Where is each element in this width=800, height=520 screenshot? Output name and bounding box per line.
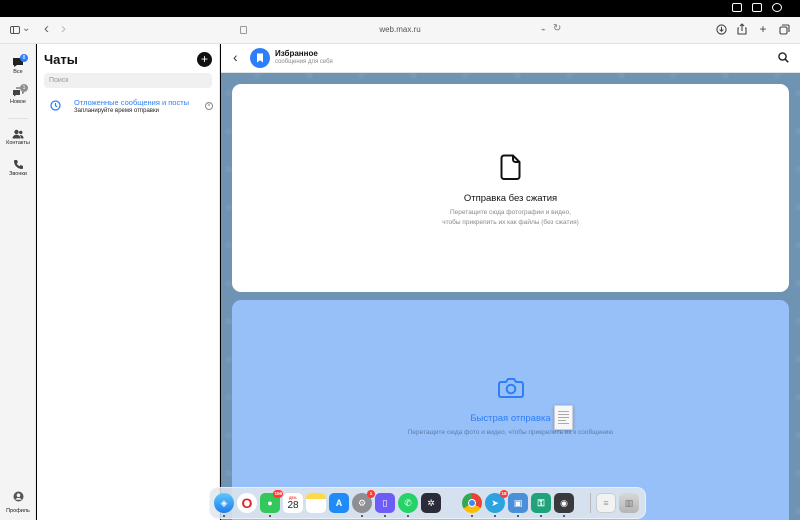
- disk-utility-icon[interactable]: ◉: [554, 493, 574, 513]
- nav-item-profile[interactable]: Профиль: [0, 489, 36, 514]
- bookmark-icon: [257, 53, 263, 63]
- avatar[interactable]: [250, 48, 270, 68]
- running-indicator: [384, 515, 386, 517]
- new-chat-button[interactable]: +: [197, 52, 212, 67]
- settings-icon[interactable]: ⚙ 1: [352, 490, 375, 513]
- drop-zone-title: Отправка без сжатия: [463, 193, 558, 204]
- running-indicator: [471, 515, 473, 517]
- contacts-icon: [12, 129, 24, 139]
- running-indicator: [494, 515, 496, 517]
- calendar-day: 28: [287, 499, 299, 511]
- control-center-icon[interactable]: [752, 3, 762, 12]
- nav-badge: 8: [20, 54, 28, 62]
- search-input[interactable]: [44, 73, 212, 88]
- tab-overview-icon[interactable]: [778, 22, 790, 36]
- camera-icon: [497, 378, 524, 398]
- safari-icon[interactable]: ◈: [214, 493, 234, 513]
- wifi-icon[interactable]: [772, 3, 782, 12]
- running-indicator: [517, 515, 519, 517]
- nav-label: Все: [13, 69, 23, 75]
- running-indicator: [540, 515, 542, 517]
- nav-divider: [8, 118, 28, 119]
- nav-item-new[interactable]: 1 Новое: [0, 84, 36, 105]
- max-messenger-icon[interactable]: ▯: [375, 493, 395, 513]
- davinci-resolve-icon[interactable]: ✲: [421, 493, 441, 513]
- sidebar-toggle-icon[interactable]: [10, 26, 20, 34]
- share-icon[interactable]: [736, 22, 748, 36]
- drop-zone-description: Перетащите сюда фото и видео, чтобы прик…: [407, 429, 614, 436]
- list-item-subtitle: Запланируйте время отправки: [74, 108, 159, 114]
- chats-panel: Чаты + Отложенные сообщения и посты Запл…: [37, 44, 220, 520]
- app-badge: 18: [500, 490, 508, 498]
- battery-icon[interactable]: [732, 3, 742, 12]
- nav-item-all[interactable]: 8 Все: [0, 54, 36, 75]
- list-item-title: Отложенные сообщения и посты: [74, 98, 190, 107]
- notes-icon[interactable]: [306, 493, 326, 513]
- running-indicator: [407, 515, 409, 517]
- dock: ◈ O ● 156 ДЕК. 28 A ⚙ 1 ▯ ✆ ✲ ➤ 18 ▣ ⚿ ◉ ≡ …: [209, 487, 646, 519]
- chat-subtitle: сообщения для себя: [275, 59, 333, 65]
- document-icon[interactable]: ≡: [596, 493, 616, 513]
- drop-zone-uncompressed[interactable]: Отправка без сжатия Перетащите сюда фото…: [232, 84, 789, 292]
- list-item[interactable]: Отложенные сообщения и посты Запланируйт…: [37, 95, 220, 123]
- phone-icon: [13, 160, 23, 169]
- vpn-key-icon[interactable]: ⚿: [531, 493, 551, 513]
- profile-icon: [13, 491, 23, 502]
- running-indicator: [563, 515, 565, 517]
- chevron-down-icon[interactable]: ⌄: [22, 23, 30, 34]
- chat-area: ‹ Избранное сообщения для себя Отправка …: [221, 44, 800, 520]
- nav-label: Звонки: [9, 171, 27, 177]
- chat-title: Избранное: [275, 49, 318, 58]
- nav-rail: 8 Все 1 Новое Контакты Звонки: [0, 44, 36, 520]
- calendar-icon[interactable]: ДЕК. 28: [283, 493, 303, 513]
- clock-icon: [50, 100, 61, 111]
- back-button[interactable]: ‹: [233, 50, 238, 64]
- page-settings-icon[interactable]: [240, 26, 247, 34]
- whatsapp-icon[interactable]: ✆: [398, 493, 418, 513]
- nav-item-calls[interactable]: Звонки: [0, 159, 36, 177]
- nav-label: Профиль: [6, 508, 30, 514]
- forward-button[interactable]: ›: [61, 21, 66, 36]
- chrome-icon[interactable]: [462, 493, 482, 513]
- drop-zone-description: Перетащите сюда фотографии и видео, чтоб…: [232, 208, 789, 228]
- page-title: Чаты: [44, 52, 78, 67]
- browser-toolbar: ⌄ ‹ › web.max.ru ⌁ ↻ +: [0, 17, 800, 44]
- back-button[interactable]: ‹: [44, 21, 49, 36]
- file-icon: [500, 154, 520, 180]
- running-indicator: [269, 515, 271, 517]
- nav-badge: 1: [20, 84, 28, 92]
- new-tab-icon[interactable]: +: [757, 22, 769, 36]
- messages-icon[interactable]: ● 156: [260, 490, 283, 513]
- address-bar[interactable]: web.max.ru: [300, 25, 500, 34]
- app-badge: 156: [273, 490, 283, 498]
- drop-zone-description-line: Перетащите сюда фотографии и видео,: [449, 209, 572, 216]
- drop-zone-description-line: чтобы прикрепить их как файлы (без сжати…: [442, 219, 579, 226]
- close-icon[interactable]: ×: [205, 102, 213, 110]
- app-store-icon[interactable]: A: [329, 493, 349, 513]
- running-indicator: [361, 515, 363, 517]
- search-icon[interactable]: [778, 52, 789, 63]
- preview-icon[interactable]: ▣: [508, 493, 528, 513]
- opera-icon[interactable]: O: [237, 493, 257, 513]
- app-badge: 1: [367, 490, 375, 498]
- running-indicator: [223, 515, 225, 517]
- reload-icon[interactable]: ↻: [553, 23, 561, 34]
- telegram-icon[interactable]: ➤ 18: [485, 490, 508, 513]
- download-icon[interactable]: [715, 22, 727, 36]
- menu-bar: [0, 0, 800, 17]
- trash-icon[interactable]: ▥: [619, 493, 639, 513]
- dragged-file-icon[interactable]: [554, 405, 573, 430]
- drop-zone-title: Быстрая отправка: [470, 413, 551, 424]
- chat-header: ‹ Избранное сообщения для себя: [221, 44, 800, 73]
- translate-icon[interactable]: ⌁: [541, 25, 546, 34]
- nav-label: Контакты: [6, 140, 30, 146]
- nav-item-contacts[interactable]: Контакты: [0, 129, 36, 146]
- nav-label: Новое: [9, 99, 26, 105]
- dock-divider: [590, 493, 591, 513]
